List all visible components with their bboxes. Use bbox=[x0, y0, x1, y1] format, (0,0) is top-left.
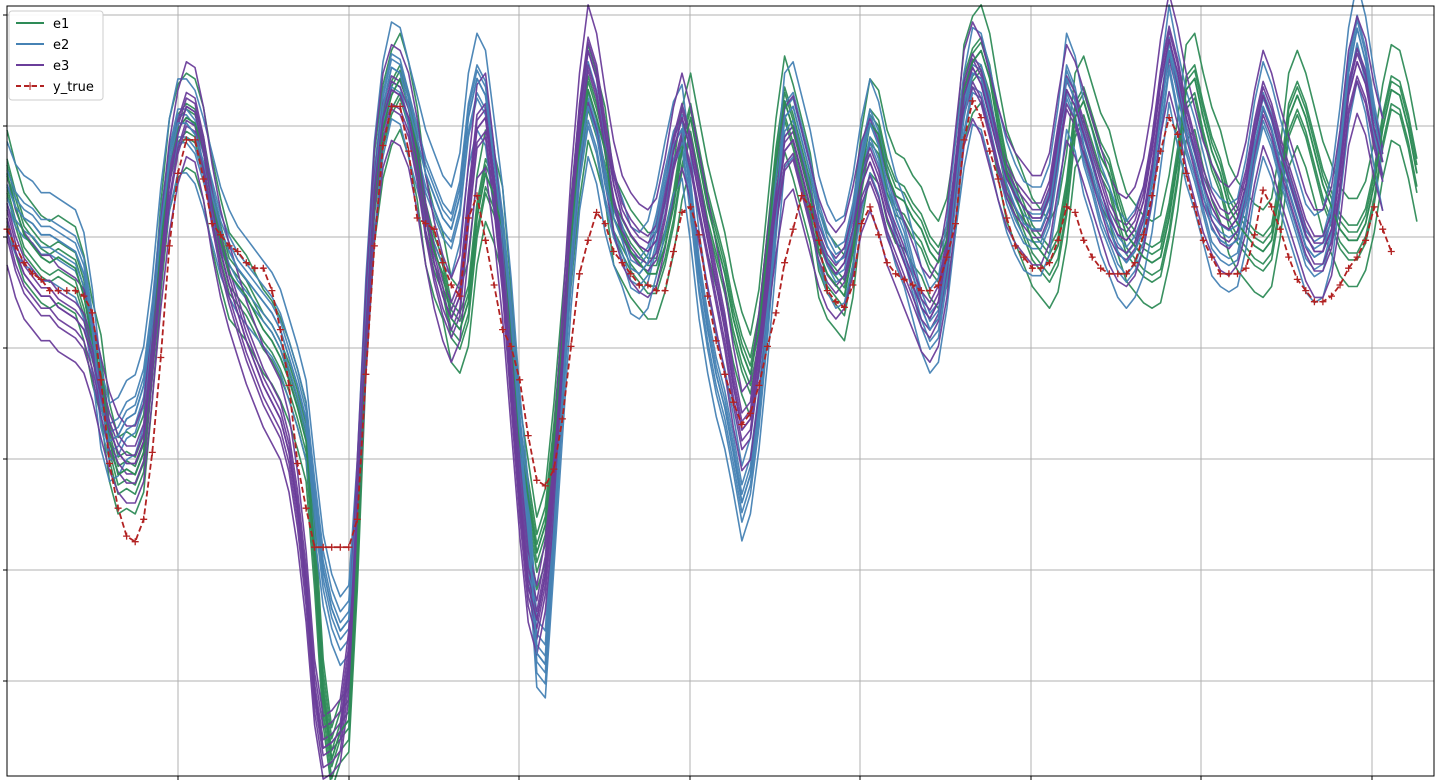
y-true-marker bbox=[781, 259, 789, 267]
legend-swatch-y-true-marker: + bbox=[25, 79, 35, 93]
legend-label-e1: e1 bbox=[53, 17, 69, 32]
y-true-marker bbox=[336, 543, 344, 551]
series-line-e3 bbox=[6, 38, 1384, 749]
y-true-marker bbox=[1259, 186, 1267, 194]
ensemble-line-e1 bbox=[6, 64, 1418, 768]
legend-label-e2: e2 bbox=[53, 38, 69, 53]
y-true-marker bbox=[1080, 236, 1088, 244]
ensemble-lines bbox=[6, 0, 1418, 780]
y-true-marker bbox=[1328, 292, 1335, 300]
legend-label-e3: e3 bbox=[53, 59, 69, 74]
y-true-marker bbox=[1071, 208, 1079, 216]
y-true-marker bbox=[584, 236, 592, 244]
y-true-marker bbox=[661, 287, 669, 295]
y-true-marker bbox=[721, 370, 729, 378]
y-true-marker bbox=[1379, 225, 1387, 233]
y-true-marker bbox=[1387, 248, 1395, 255]
y-true-marker bbox=[576, 270, 583, 278]
y-true-marker bbox=[140, 515, 148, 523]
y-true-marker bbox=[259, 264, 267, 272]
ensemble-line-e2 bbox=[6, 19, 1384, 657]
y-true-marker bbox=[490, 281, 498, 289]
y-true-marker bbox=[148, 448, 156, 456]
y-true-marker bbox=[533, 476, 541, 484]
y-true-marker bbox=[883, 259, 891, 267]
line-chart: e1 e2 e3 + y_true bbox=[3, 0, 1435, 780]
legend-label-y-true: y_true bbox=[53, 80, 94, 95]
y-true-marker bbox=[866, 203, 874, 211]
y-true-marker bbox=[328, 543, 336, 551]
y-true-marker bbox=[789, 225, 797, 233]
y-true-marker bbox=[670, 248, 677, 255]
y-true-marker bbox=[157, 354, 165, 361]
legend: e1 e2 e3 + y_true bbox=[8, 10, 104, 101]
y-true-marker bbox=[1088, 253, 1096, 261]
y-true-marker bbox=[772, 309, 780, 317]
y-true-marker bbox=[1285, 253, 1293, 261]
series-line-e1 bbox=[6, 49, 1418, 761]
y-true-marker bbox=[524, 432, 532, 440]
